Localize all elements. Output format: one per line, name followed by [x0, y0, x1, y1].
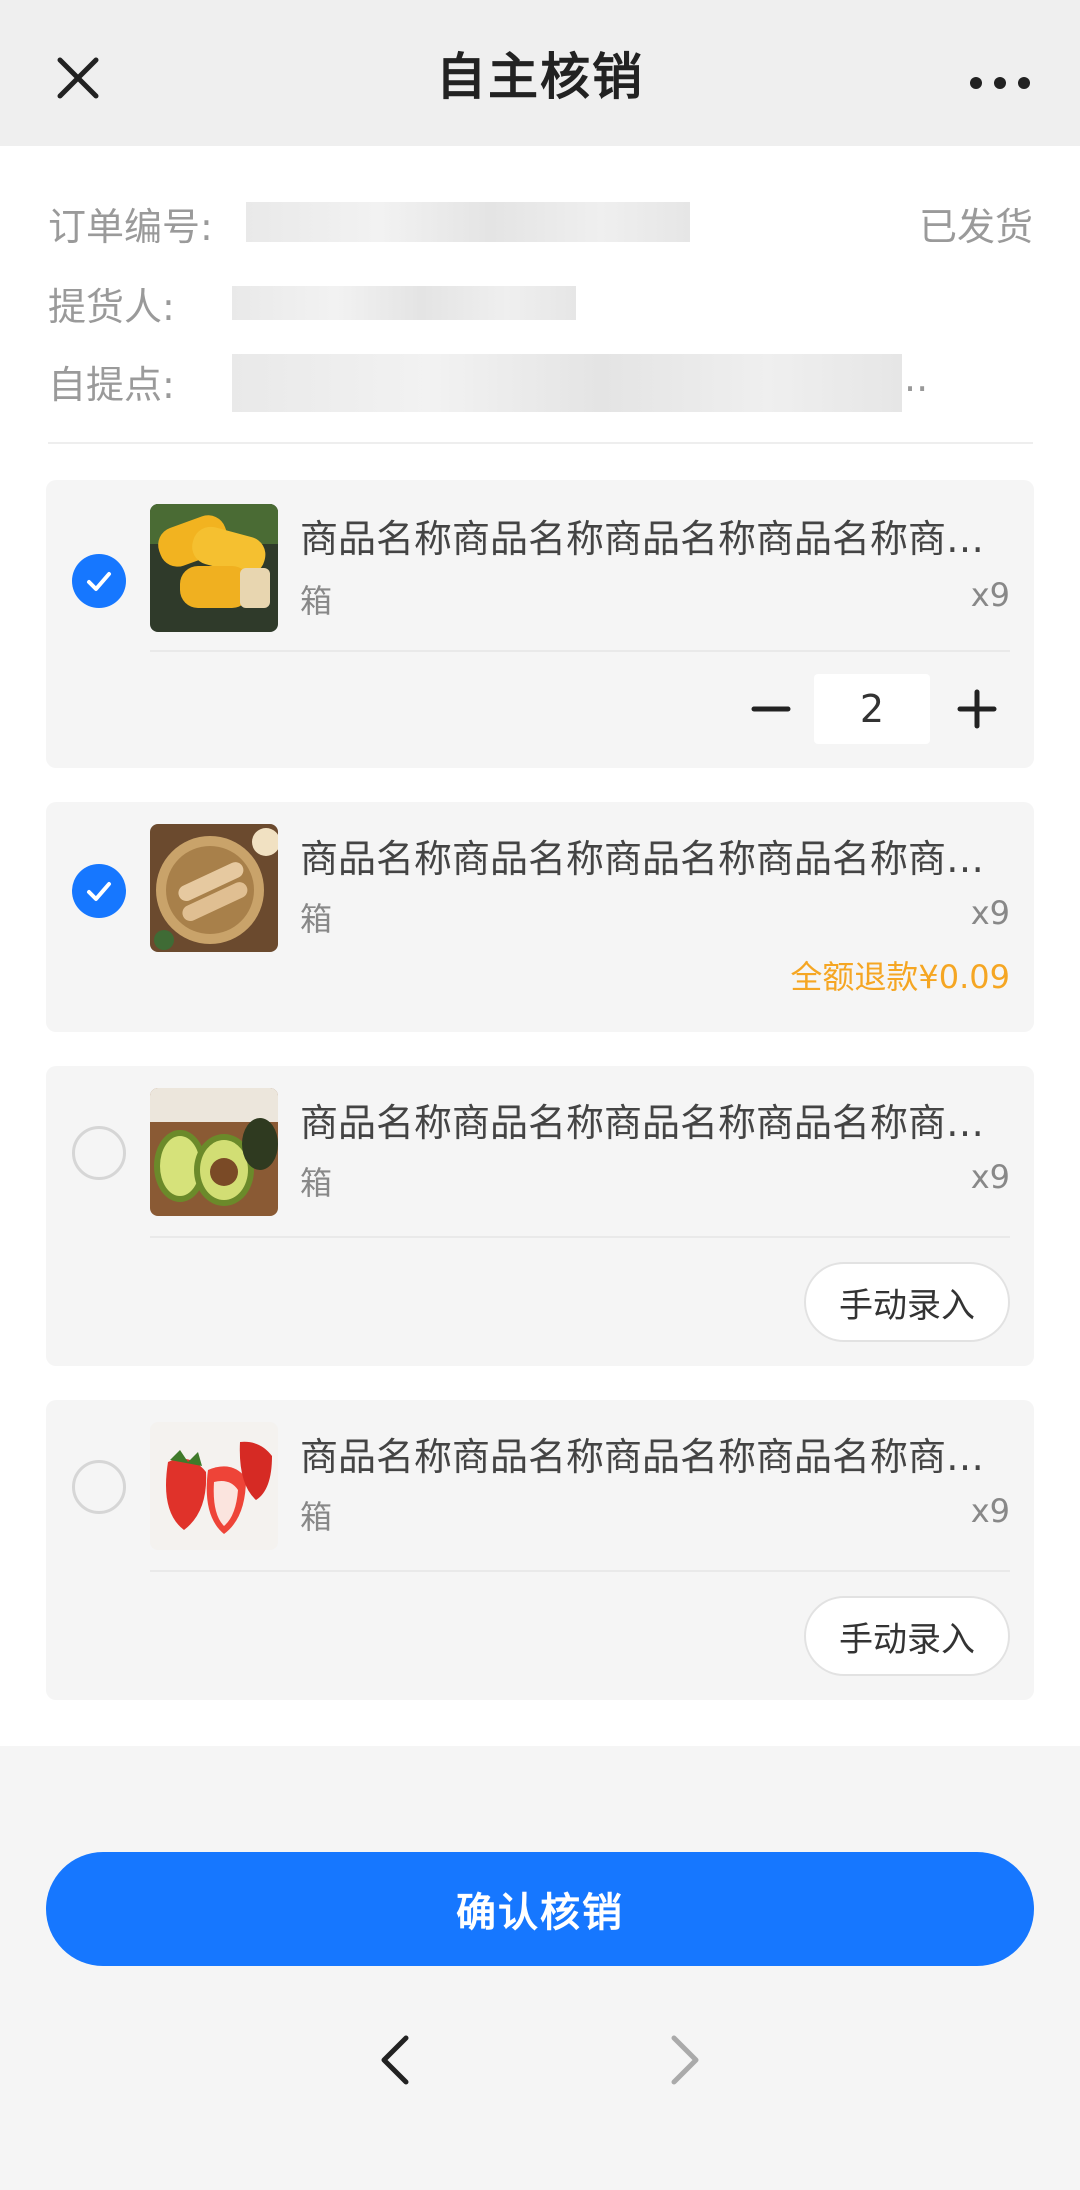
manual-entry-button[interactable]: 手动录入 — [804, 1596, 1010, 1676]
plus-icon[interactable] — [952, 684, 1002, 734]
item-name: 商品名称商品名称商品名称商品名称商品名称 — [300, 837, 1000, 881]
item-checkbox-checked[interactable] — [72, 864, 126, 918]
content-area: 订单编号: 已发货 提货人: 自提点: .. 商品名称商品名称商品名称商品名称商… — [0, 146, 1080, 1746]
item-quantity: x9 — [970, 894, 1010, 932]
picker-label: 提货人: — [48, 285, 175, 329]
back-icon[interactable] — [370, 2030, 420, 2090]
rolls-image — [150, 824, 278, 952]
manual-entry-button[interactable]: 手动录入 — [804, 1262, 1010, 1342]
minus-icon[interactable] — [746, 684, 796, 734]
item-name: 商品名称商品名称商品名称商品名称商品名称 — [300, 1101, 1000, 1145]
pickup-point-label: 自提点: — [48, 363, 175, 407]
check-icon — [87, 882, 111, 901]
card-divider — [150, 1236, 1010, 1238]
item-card-2: 商品名称商品名称商品名称商品名称商品名称 箱 x9 全额退款¥0.09 — [46, 802, 1034, 1032]
strawberry-image — [150, 1422, 278, 1550]
item-quantity: x9 — [970, 1158, 1010, 1196]
top-bar: 自主核销 — [0, 0, 1080, 146]
item-card-1: 商品名称商品名称商品名称商品名称商品名称 箱 x9 2 — [46, 480, 1034, 768]
divider — [48, 442, 1033, 444]
pickup-point-redacted — [232, 354, 902, 412]
page-title: 自主核销 — [436, 48, 644, 106]
item-card-3: 商品名称商品名称商品名称商品名称商品名称 箱 x9 手动录入 — [46, 1066, 1034, 1366]
order-number-label: 订单编号: — [48, 205, 213, 249]
check-icon — [87, 572, 111, 591]
item-name: 商品名称商品名称商品名称商品名称商品名称 — [300, 1435, 1000, 1479]
browser-nav-bar — [0, 1990, 1080, 2190]
close-icon[interactable] — [48, 48, 108, 108]
confirm-writeoff-button[interactable]: 确认核销 — [46, 1852, 1034, 1966]
item-checkbox-checked[interactable] — [72, 554, 126, 608]
item-checkbox-unchecked[interactable] — [72, 1460, 126, 1514]
item-unit: 箱 — [300, 582, 333, 620]
avocado-image — [150, 1088, 278, 1216]
item-unit: 箱 — [300, 1498, 333, 1536]
item-card-4: 商品名称商品名称商品名称商品名称商品名称 箱 x9 手动录入 — [46, 1400, 1034, 1700]
item-unit: 箱 — [300, 900, 333, 938]
item-unit: 箱 — [300, 1164, 333, 1202]
pickup-point-ellipsis: .. — [904, 356, 929, 400]
card-divider — [150, 1570, 1010, 1572]
item-quantity: x9 — [970, 576, 1010, 614]
quantity-stepper-value[interactable]: 2 — [814, 674, 930, 744]
corn-image — [150, 504, 278, 632]
order-number-redacted — [246, 202, 690, 242]
card-divider — [150, 650, 1010, 652]
picker-redacted — [232, 286, 576, 320]
item-checkbox-unchecked[interactable] — [72, 1126, 126, 1180]
item-name: 商品名称商品名称商品名称商品名称商品名称 — [300, 517, 1000, 561]
forward-icon[interactable] — [660, 2030, 710, 2090]
refund-text: 全额退款¥0.09 — [790, 958, 1010, 996]
item-quantity: x9 — [970, 1492, 1010, 1530]
order-status: 已发货 — [918, 205, 1033, 249]
more-icon[interactable] — [960, 58, 1040, 108]
